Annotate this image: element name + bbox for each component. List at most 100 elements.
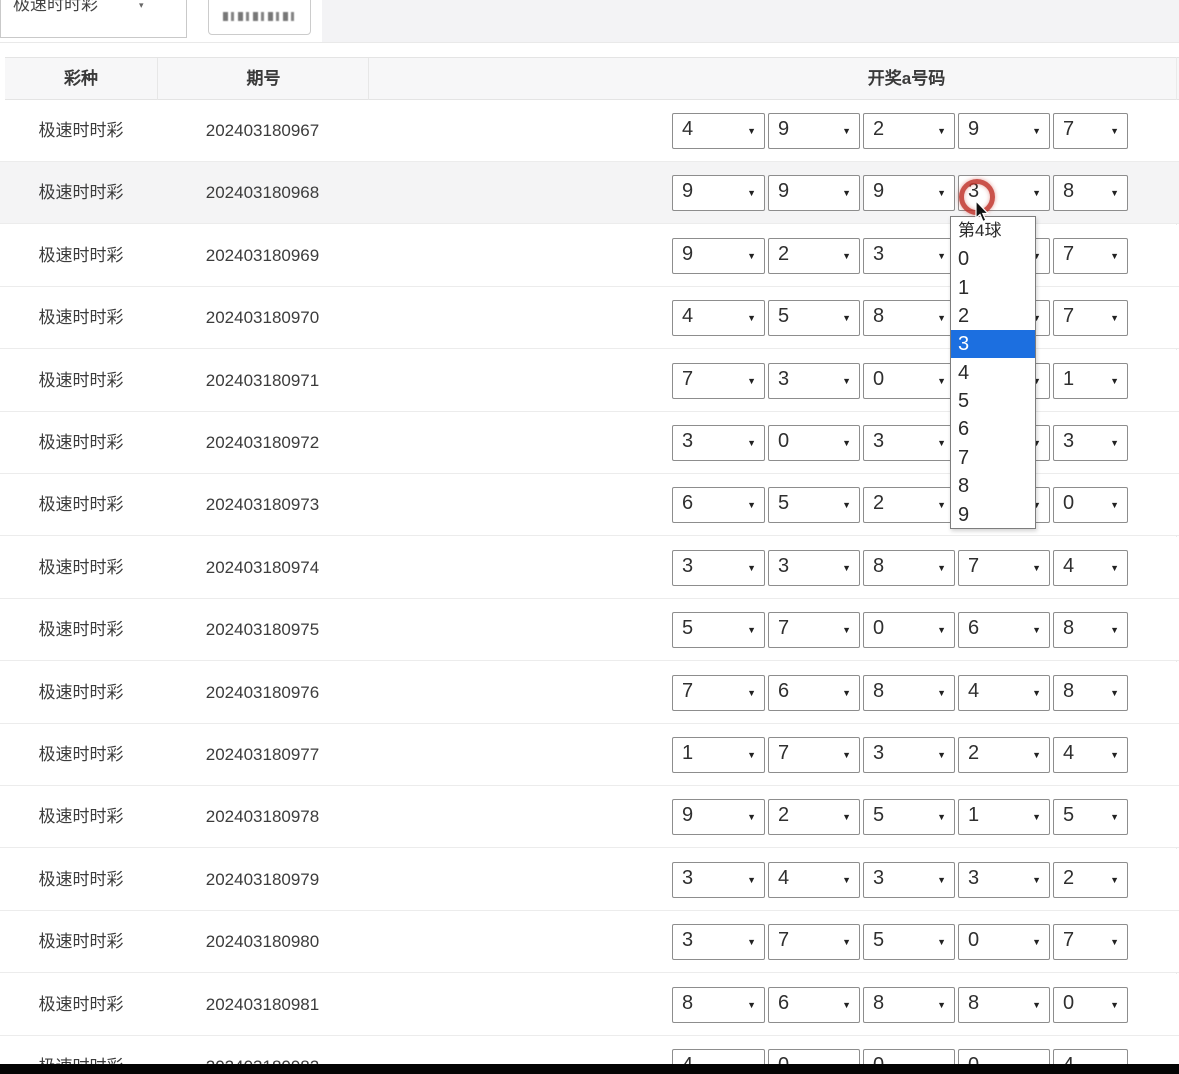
dropdown-option[interactable]: 第4球 [951, 217, 1035, 245]
ball-select-4[interactable]: 4▼ [958, 675, 1050, 711]
ball-select-5[interactable]: 3▼ [1053, 425, 1128, 461]
ball-select-5[interactable]: 1▼ [1053, 363, 1128, 399]
ball-select-1[interactable]: 6▼ [672, 487, 765, 523]
ball-select-3[interactable]: 0▼ [863, 612, 955, 648]
dropdown-option[interactable]: 0 [951, 245, 1035, 273]
ball-select-2[interactable]: 0▼ [768, 425, 860, 461]
ball-select-2[interactable]: 9▼ [768, 175, 860, 211]
ball-select-2[interactable]: 9▼ [768, 113, 860, 149]
dropdown-option[interactable]: 9 [951, 501, 1035, 529]
ball-select-3[interactable]: 3▼ [863, 862, 955, 898]
lottery-type-cell: 极速时时彩 [5, 662, 157, 724]
ball-select-2[interactable]: 3▼ [768, 363, 860, 399]
ball-select-value: 6 [682, 492, 693, 515]
ball-select-2[interactable]: 7▼ [768, 737, 860, 773]
ball-select-2[interactable]: 5▼ [768, 487, 860, 523]
select-caret-icon: ▼ [937, 1000, 946, 1010]
ball-select-3[interactable]: 5▼ [863, 799, 955, 835]
ball-select-1[interactable]: 9▼ [672, 175, 765, 211]
ball-select-value: 8 [682, 992, 693, 1015]
ball-select-5[interactable]: 0▼ [1053, 987, 1128, 1023]
ball-select-1[interactable]: 1▼ [672, 737, 765, 773]
ball-select-5[interactable]: 7▼ [1053, 924, 1128, 960]
dropdown-option[interactable]: 5 [951, 387, 1035, 415]
dropdown-option[interactable]: 7 [951, 444, 1035, 472]
ball-select-3[interactable]: 8▼ [863, 675, 955, 711]
mouse-cursor-icon [969, 200, 989, 224]
ball-select-1[interactable]: 3▼ [672, 550, 765, 586]
ball-select-3[interactable]: 9▼ [863, 175, 955, 211]
ball-select-3[interactable]: 8▼ [863, 300, 955, 336]
ball-select-2[interactable]: 7▼ [768, 612, 860, 648]
select-caret-icon: ▼ [937, 875, 946, 885]
ball-select-value: 5 [682, 617, 693, 640]
ball-select-4[interactable]: 1▼ [958, 799, 1050, 835]
ball-select-1[interactable]: 8▼ [672, 987, 765, 1023]
select-caret-icon: ▼ [1110, 188, 1119, 198]
ball-select-3[interactable]: 3▼ [863, 425, 955, 461]
ball-select-4[interactable]: 9▼ [958, 113, 1050, 149]
select-caret-icon: ▼ [937, 688, 946, 698]
ball-select-5[interactable]: 4▼ [1053, 737, 1128, 773]
ball-select-5[interactable]: 8▼ [1053, 675, 1128, 711]
ball-select-5[interactable]: 8▼ [1053, 175, 1128, 211]
select-caret-icon: ▼ [842, 188, 851, 198]
period-number-cell: 202403180970 [157, 287, 368, 349]
ball-select-1[interactable]: 3▼ [672, 924, 765, 960]
ball-select-4[interactable]: 6▼ [958, 612, 1050, 648]
ball-select-2[interactable]: 2▼ [768, 799, 860, 835]
ball-select-1[interactable]: 3▼ [672, 862, 765, 898]
ball-select-1[interactable]: 5▼ [672, 612, 765, 648]
ball-select-5[interactable]: 2▼ [1053, 862, 1128, 898]
select-caret-icon: ▼ [1110, 875, 1119, 885]
dropdown-option[interactable]: 3 [951, 330, 1035, 358]
select-caret-icon: ▼ [937, 937, 946, 947]
ball-select-2[interactable]: 6▼ [768, 987, 860, 1023]
dropdown-option[interactable]: 2 [951, 302, 1035, 330]
ball-select-5[interactable]: 5▼ [1053, 799, 1128, 835]
dropdown-option[interactable]: 8 [951, 472, 1035, 500]
ball-select-1[interactable]: 3▼ [672, 425, 765, 461]
ball-select-5[interactable]: 8▼ [1053, 612, 1128, 648]
ball-select-4[interactable]: 7▼ [958, 550, 1050, 586]
ball-select-1[interactable]: 9▼ [672, 799, 765, 835]
ball-select-2[interactable]: 5▼ [768, 300, 860, 336]
ball-select-5[interactable]: 7▼ [1053, 238, 1128, 274]
ball-select-1[interactable]: 4▼ [672, 300, 765, 336]
ball-select-1[interactable]: 9▼ [672, 238, 765, 274]
ball-select-2[interactable]: 4▼ [768, 862, 860, 898]
ball-select-3[interactable]: 2▼ [863, 113, 955, 149]
ball-select-value: 7 [1063, 243, 1074, 266]
lottery-type-select-value: 极速时时彩 [13, 0, 98, 15]
ball-select-1[interactable]: 4▼ [672, 113, 765, 149]
ball-select-4[interactable]: 3▼ [958, 862, 1050, 898]
ball-select-5[interactable]: 7▼ [1053, 300, 1128, 336]
ball-select-3[interactable]: 3▼ [863, 238, 955, 274]
lottery-type-cell: 极速时时彩 [5, 474, 157, 536]
ball-select-3[interactable]: 8▼ [863, 550, 955, 586]
ball-select-5[interactable]: 0▼ [1053, 487, 1128, 523]
dropdown-option[interactable]: 6 [951, 415, 1035, 443]
ball-select-3[interactable]: 5▼ [863, 924, 955, 960]
ball-select-3[interactable]: 8▼ [863, 987, 955, 1023]
ball-select-1[interactable]: 7▼ [672, 363, 765, 399]
ball-select-value: 2 [968, 742, 979, 765]
ball-select-2[interactable]: 3▼ [768, 550, 860, 586]
ball-select-4[interactable]: 2▼ [958, 737, 1050, 773]
ball-select-value: 5 [1063, 804, 1074, 827]
dropdown-option[interactable]: 1 [951, 274, 1035, 302]
ball-select-2[interactable]: 6▼ [768, 675, 860, 711]
lottery-type-select[interactable]: 极速时时彩 ▾ [0, 0, 187, 38]
ball-select-3[interactable]: 2▼ [863, 487, 955, 523]
ball-select-1[interactable]: 7▼ [672, 675, 765, 711]
ball-select-4[interactable]: 8▼ [958, 987, 1050, 1023]
ball-select-2[interactable]: 7▼ [768, 924, 860, 960]
ball-select-5[interactable]: 7▼ [1053, 113, 1128, 149]
ball-select-3[interactable]: 0▼ [863, 363, 955, 399]
ball-select-5[interactable]: 4▼ [1053, 550, 1128, 586]
ball-select-2[interactable]: 2▼ [768, 238, 860, 274]
ball-select-4[interactable]: 0▼ [958, 924, 1050, 960]
dropdown-option[interactable]: 4 [951, 359, 1035, 387]
ball-select-3[interactable]: 3▼ [863, 737, 955, 773]
toolbar-button[interactable] [208, 0, 311, 35]
